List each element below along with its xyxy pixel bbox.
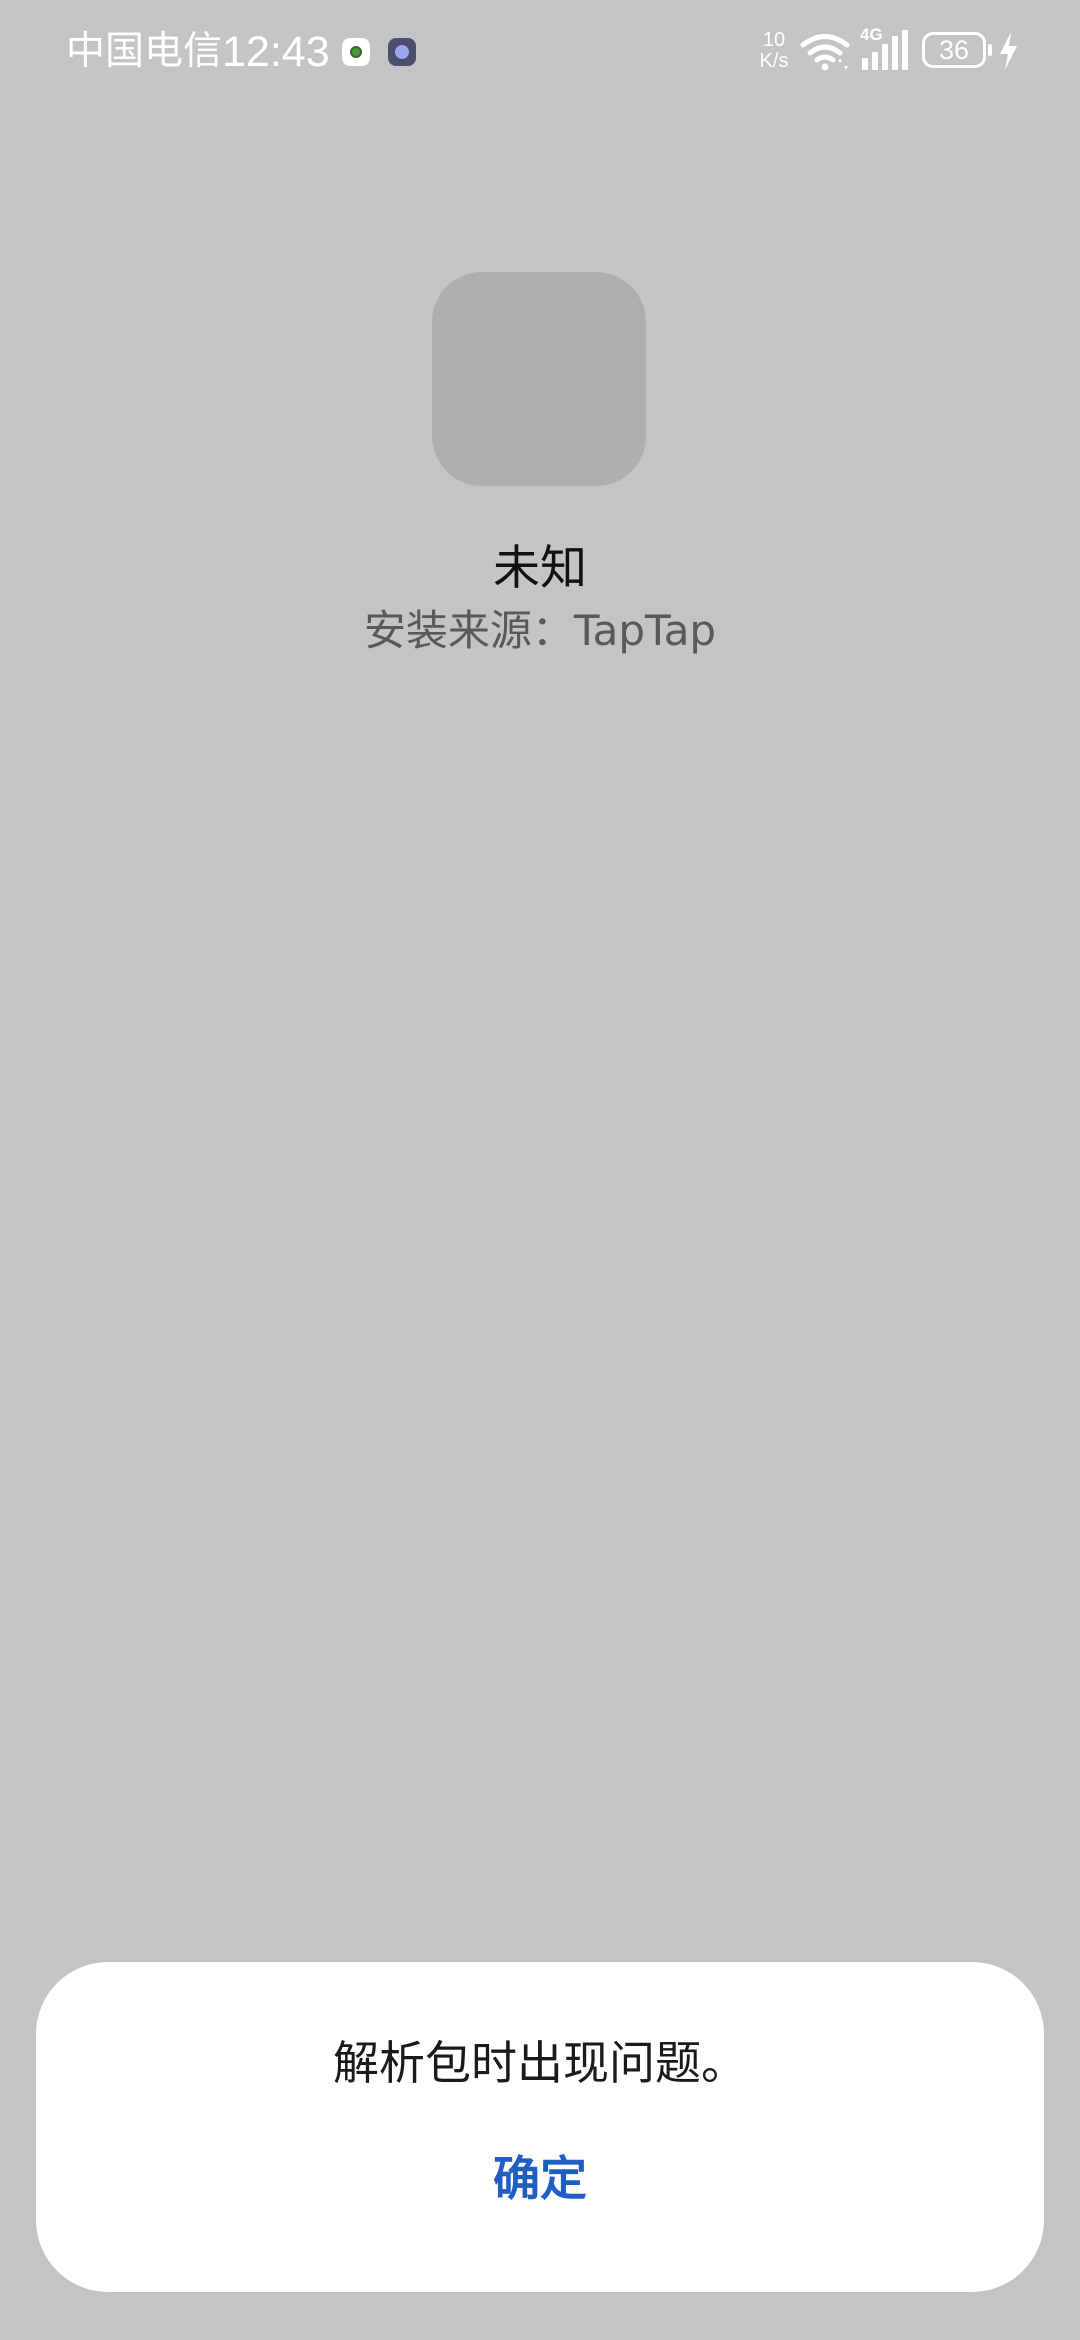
app-name: 未知 <box>493 541 587 596</box>
install-source-label: 安装来源：TapTap <box>363 606 717 655</box>
carrier-label: 中国电信 <box>66 29 223 74</box>
network-speed-value: 10 <box>762 29 786 51</box>
app-notification-icon <box>342 38 370 66</box>
charging-bolt-icon <box>1000 32 1017 70</box>
confirm-button[interactable]: 确定 <box>440 2140 640 2220</box>
app-placeholder-icon <box>432 272 646 486</box>
cellular-signal-icon <box>862 30 908 70</box>
status-time: 12:43 <box>222 28 330 76</box>
network-speed-indicator: 10 K/s <box>752 30 796 72</box>
assistant-notification-icon <box>388 38 416 66</box>
network-speed-unit: K/s <box>759 50 789 72</box>
wifi-icon <box>800 34 850 71</box>
screen: 中国电信 12:43 10 K/s 4G 36 未知 安装来源：TapTap 解… <box>0 0 1080 2340</box>
battery-icon: 36 <box>922 32 992 68</box>
error-dialog: 解析包时出现问题。 确定 <box>36 1962 1044 2292</box>
dialog-message: 解析包时出现问题。 <box>333 2036 747 2090</box>
battery-level: 36 <box>938 35 970 65</box>
status-bar: 中国电信 12:43 10 K/s 4G 36 <box>0 0 1080 104</box>
